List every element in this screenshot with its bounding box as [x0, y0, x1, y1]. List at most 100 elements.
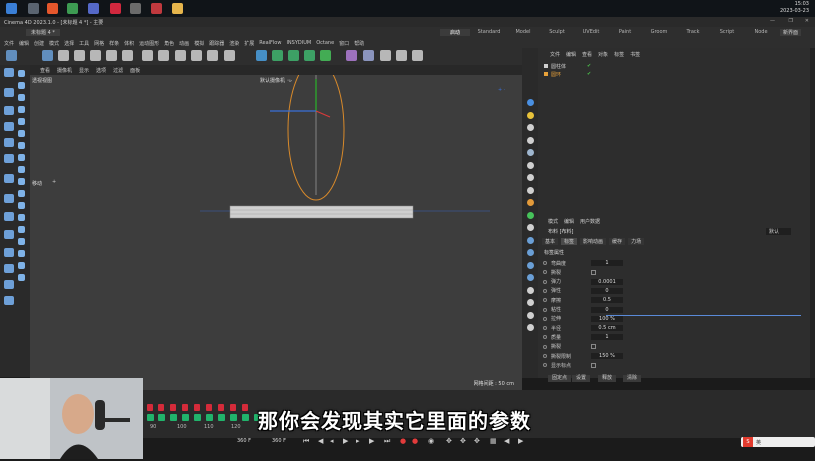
side-panel-icon[interactable] [527, 174, 534, 181]
toolbar-tool-icon[interactable] [42, 50, 53, 61]
layout-tab[interactable]: Paint [610, 29, 640, 36]
attribute-tab[interactable]: 标签 [561, 238, 578, 245]
side-panel-icon[interactable] [527, 224, 534, 231]
left-tool-icon[interactable] [4, 106, 14, 115]
transport-button-icon[interactable]: ◂ [330, 437, 334, 445]
transport-button-icon[interactable]: ◉ [428, 437, 434, 445]
side-panel-icon[interactable] [527, 211, 534, 219]
animate-dot-icon[interactable] [543, 279, 547, 284]
toolbar-tool-icon[interactable] [58, 50, 69, 61]
layout-tab[interactable]: UVEdit [576, 29, 606, 36]
toolbar-tool-icon[interactable] [90, 50, 101, 61]
object-menu-item[interactable]: 对象 [598, 51, 608, 58]
record-key-icon[interactable] [218, 404, 224, 411]
side-panel-icon[interactable] [527, 149, 534, 156]
toolbar-tool-icon[interactable] [74, 50, 85, 61]
toolbar-tool-icon[interactable] [106, 50, 117, 61]
side-panel-icon[interactable] [527, 236, 534, 244]
layout-tab[interactable]: Sculpt [542, 29, 572, 36]
visibility-check-icon[interactable]: ✔ [587, 71, 591, 77]
new-layout-button[interactable]: 新界面 [780, 29, 802, 36]
keyframe-button-icon[interactable] [242, 414, 249, 421]
object-menu-item[interactable]: 查看 [582, 51, 592, 58]
left-tool-icon[interactable] [4, 88, 14, 97]
toolbar-tool-icon[interactable] [320, 50, 331, 61]
menu-item[interactable]: RealFlow [259, 40, 281, 47]
transport-button-icon[interactable]: ✥ [446, 437, 452, 445]
transport-button-icon[interactable]: ● [400, 437, 406, 445]
menu-item[interactable]: 工具 [79, 40, 89, 47]
left-sub-tool-icon[interactable] [18, 142, 25, 149]
left-sub-tool-icon[interactable] [18, 118, 25, 125]
object-row[interactable]: 圆环 ✔ [544, 70, 591, 78]
folder-icon[interactable] [172, 3, 183, 14]
object-menu-item[interactable]: 文件 [550, 51, 560, 58]
toolbar-tool-icon[interactable] [412, 50, 423, 61]
side-panel-icon[interactable] [527, 199, 534, 206]
animate-dot-icon[interactable] [543, 316, 547, 321]
left-tool-icon[interactable] [4, 230, 14, 239]
left-tool-icon[interactable] [4, 194, 14, 203]
maximize-button[interactable]: ❐ [789, 18, 793, 24]
side-panel-icon[interactable] [527, 99, 534, 106]
attribute-button[interactable]: 释放 [598, 375, 617, 382]
toolbar-tool-icon[interactable] [363, 50, 374, 61]
animate-dot-icon[interactable] [543, 344, 547, 349]
layout-tab[interactable]: 启动 [440, 29, 470, 36]
keyframe-button-icon[interactable] [218, 414, 225, 421]
search-icon[interactable] [28, 3, 39, 14]
layout-tab[interactable]: Track [678, 29, 708, 36]
keyframe-button-icon[interactable] [147, 414, 154, 421]
viewport-menu-item[interactable]: 过滤 [113, 67, 123, 74]
attribute-menu-item[interactable]: 编辑 [564, 218, 574, 225]
animate-dot-icon[interactable] [543, 354, 547, 358]
attribute-value[interactable]: 0.5 [591, 297, 623, 304]
side-panel-icon[interactable] [527, 186, 534, 194]
left-sub-tool-icon[interactable] [18, 262, 25, 269]
menu-item[interactable]: 网格 [94, 40, 104, 47]
side-panel-icon[interactable] [527, 124, 534, 131]
menu-item[interactable]: 窗口 [339, 40, 349, 47]
menu-item[interactable]: 创建 [34, 40, 44, 47]
left-sub-tool-icon[interactable] [18, 274, 25, 281]
object-name[interactable]: 圆柱体 [551, 63, 587, 70]
start-frame[interactable]: 360 F [237, 438, 251, 444]
viewport-menu-item[interactable]: 摄像机 [57, 67, 72, 74]
left-tool-icon[interactable] [4, 280, 14, 289]
keyframe-button-icon[interactable] [158, 414, 165, 421]
chrome-icon[interactable] [67, 3, 78, 14]
side-panel-icon[interactable] [527, 286, 534, 294]
left-sub-tool-icon[interactable] [18, 130, 25, 137]
menu-item[interactable]: 运动图形 [139, 40, 159, 47]
record-key-icon[interactable] [230, 404, 236, 411]
object-row[interactable]: 圆柱体 ✔ [544, 62, 591, 70]
attribute-value[interactable]: 150 % [591, 353, 623, 359]
attribute-tab[interactable]: 影响动画 [580, 238, 607, 245]
attribute-value[interactable]: 0 [591, 306, 623, 313]
firefox-icon[interactable] [47, 3, 58, 14]
toolbar-tool-icon[interactable] [256, 50, 267, 61]
recorder-icon[interactable] [151, 3, 162, 14]
minimize-button[interactable]: — [770, 18, 775, 24]
left-sub-tool-icon[interactable] [18, 238, 25, 245]
side-panel-icon[interactable] [527, 274, 534, 281]
toolbar-tool-icon[interactable] [142, 50, 153, 61]
stretch-slider[interactable] [606, 315, 801, 316]
transport-button-icon[interactable]: ▶ [369, 437, 374, 445]
layout-tab[interactable]: Model [508, 29, 538, 36]
menu-item[interactable]: INSYDIUM [286, 40, 311, 47]
keyframe-button-icon[interactable] [182, 414, 189, 421]
object-menu-item[interactable]: 书签 [630, 51, 640, 58]
toolbar-tool-icon[interactable] [122, 50, 133, 61]
attribute-value[interactable]: 100 % [591, 315, 623, 322]
preset-dropdown[interactable]: 默认 [766, 228, 792, 235]
netease-music-icon[interactable] [110, 3, 121, 14]
keyframe-button-icon[interactable] [206, 414, 213, 421]
scrollbar[interactable] [810, 48, 815, 378]
animate-dot-icon[interactable] [543, 335, 547, 340]
left-sub-tool-icon[interactable] [18, 214, 25, 221]
left-sub-tool-icon[interactable] [18, 178, 25, 185]
attribute-checkbox[interactable] [591, 362, 596, 368]
app-icon[interactable] [130, 3, 141, 14]
toolbar-tool-icon[interactable] [380, 50, 391, 61]
